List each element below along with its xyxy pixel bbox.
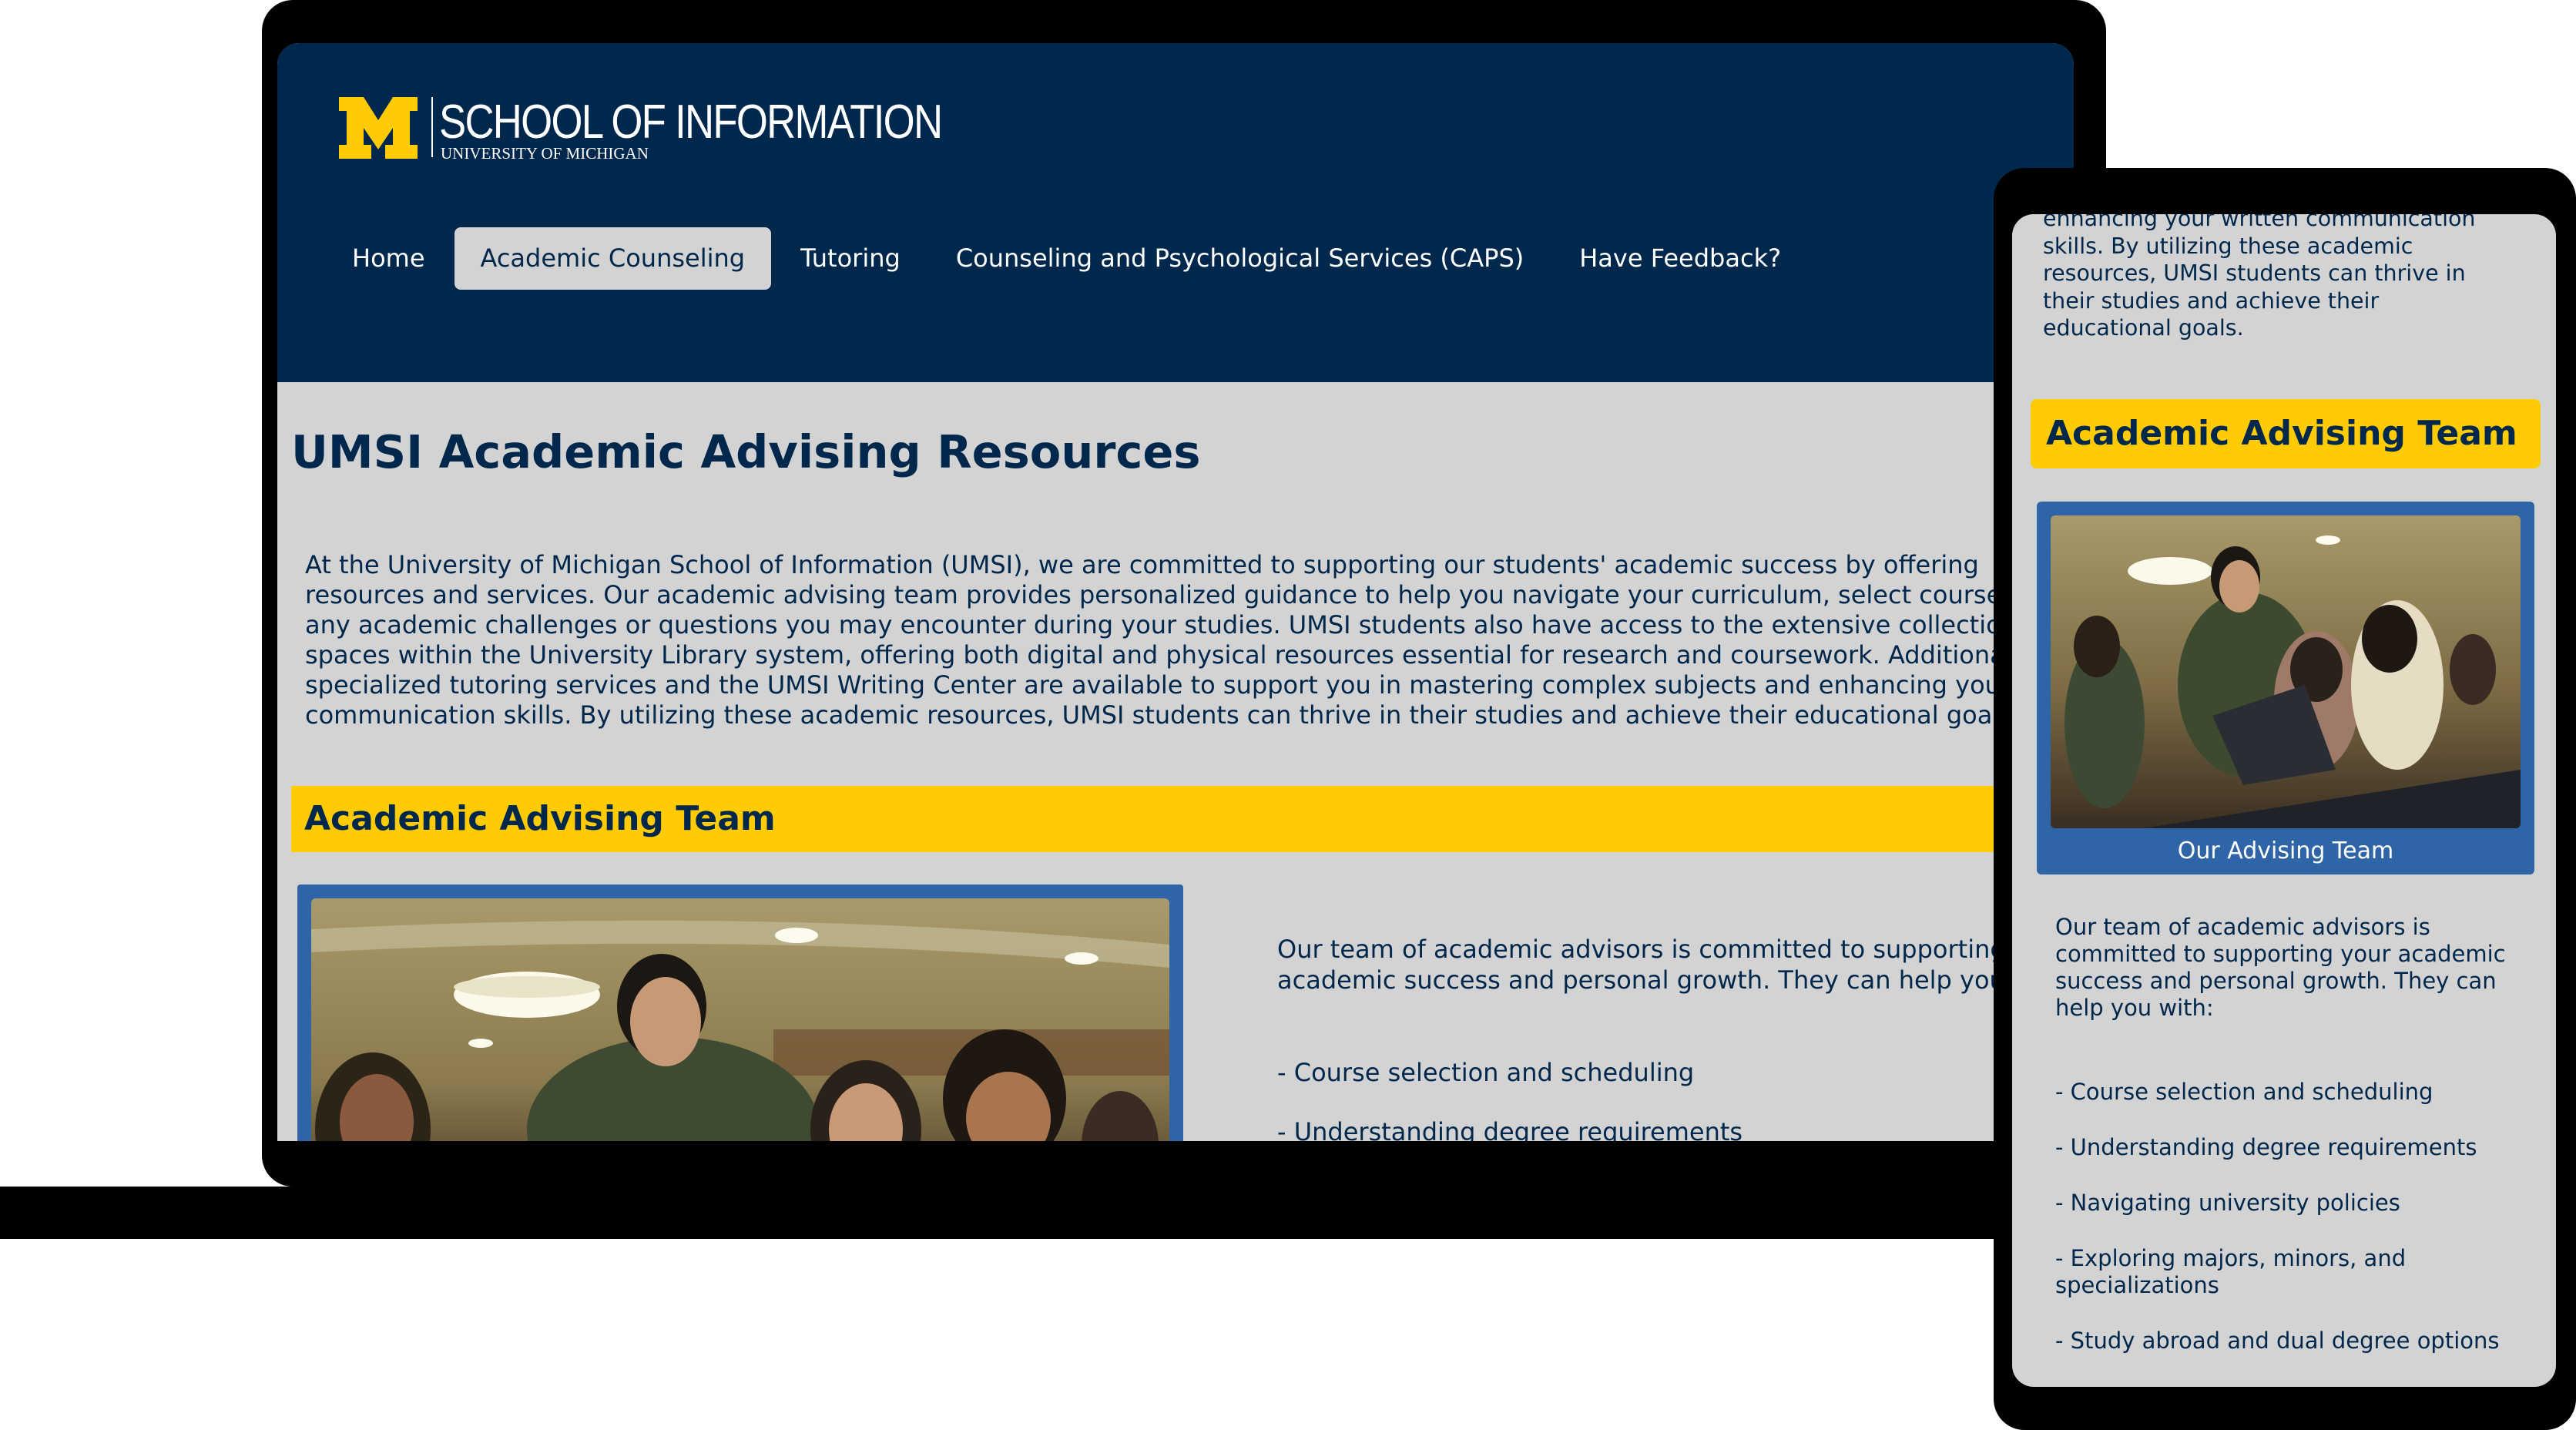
tablet-team-text-line: help you with: [2055,995,2214,1021]
logo-title: SCHOOL OF INFORMATION [439,96,943,149]
intro-line: specialized tutoring services and the UM… [305,670,2001,700]
main-nav: Home Academic Counseling Tutoring Counse… [326,227,1807,290]
list-item: - Understanding degree requirements [2055,1134,2477,1160]
list-item: - Navigating university policies [2055,1190,2400,1216]
intro-line: resources and services. Our academic adv… [305,580,2014,609]
team-text-line: academic success and personal growth. Th… [1277,965,2005,995]
intro-paragraph: At the University of Michigan School of … [305,550,2074,730]
advising-services-list: - Course selection and scheduling - Unde… [1277,1057,1742,1141]
photo-caption: Our Advising Team [2177,838,2394,864]
block-m-icon [339,97,418,159]
nav-caps[interactable]: Counseling and Psychological Services (C… [930,227,1550,290]
nav-home[interactable]: Home [326,227,451,290]
tablet-frame: enhancing your written communication ski… [1994,168,2576,1430]
tablet-intro-line: resources, UMSI students can thrive in [2043,260,2466,286]
tablet-intro-line: skills. By utilizing these academic [2043,233,2413,259]
tablet-team-text-line: committed to supporting your academic [2055,941,2506,967]
tablet-advising-team-photo [2051,515,2521,828]
tablet-advising-team-heading: Academic Advising Team [2046,414,2517,453]
tablet-intro-line: their studies and achieve their [2043,287,2380,314]
intro-line: any academic challenges or questions you… [305,610,2001,639]
laptop-frame: SCHOOL OF INFORMATION UNIVERSITY OF MICH… [262,0,2106,1187]
list-item: - Course selection and scheduling [1277,1058,1695,1087]
tablet-screen: enhancing your written communication ski… [2012,214,2556,1387]
tablet-team-text-line: success and personal growth. They can [2055,968,2497,994]
tablet-photo-card: Our Advising Team [2037,502,2534,874]
advising-team-banner: Academic Advising Team [291,786,2074,852]
intro-line: communication skills. By utilizing these… [305,700,2000,730]
list-item: - Understanding degree requirements [1277,1117,1743,1141]
advising-team-photo [311,898,1169,1141]
nav-academic-counseling[interactable]: Academic Counseling [454,227,772,290]
advising-photo-frame [297,885,1183,1141]
intro-line: spaces within the University Library sys… [305,640,2005,670]
laptop-base [0,1187,2003,1239]
tablet-intro-line: educational goals. [2043,315,2244,341]
tablet-services-list: - Course selection and scheduling - Unde… [2055,1079,2533,1383]
tablet-intro-paragraph: enhancing your written communication ski… [2043,214,2475,342]
list-item: - Course selection and scheduling [2055,1079,2433,1105]
tablet-advising-team-banner: Academic Advising Team [2031,399,2541,468]
logo-divider [431,97,433,157]
advising-team-description: Our team of academic advisors is committ… [1277,934,2074,995]
team-text-line: Our team of academic advisors is committ… [1277,935,2006,964]
tablet-intro-line: enhancing your written communication [2043,214,2476,231]
tablet-team-description: Our team of academic advisors is committ… [2055,914,2506,1022]
logo-subtitle: UNIVERSITY OF MICHIGAN [441,144,649,163]
list-item: - Exploring majors, minors, and speciali… [2055,1245,2407,1298]
list-item: - Study abroad and dual degree options [2055,1328,2500,1354]
nav-tutoring[interactable]: Tutoring [774,227,927,290]
tablet-team-text-line: Our team of academic advisors is [2055,914,2430,940]
nav-feedback[interactable]: Have Feedback? [1553,227,1807,290]
page-title: UMSI Academic Advising Resources [291,425,1201,478]
laptop-screen: SCHOOL OF INFORMATION UNIVERSITY OF MICH… [277,43,2074,1141]
intro-line: At the University of Michigan School of … [305,550,1979,579]
advising-team-heading: Academic Advising Team [304,799,776,838]
site-header: SCHOOL OF INFORMATION UNIVERSITY OF MICH… [277,43,2074,382]
